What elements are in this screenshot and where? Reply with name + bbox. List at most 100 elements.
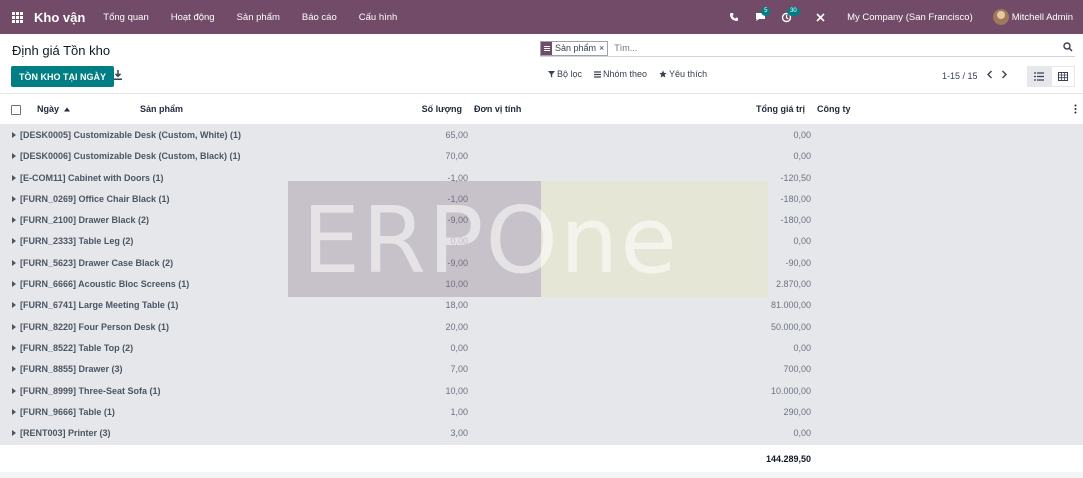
group-name: [FURN_8220] Four Person Desk (1) [20,321,170,332]
phone-icon[interactable] [721,0,747,34]
caret-right-icon[interactable] [12,323,16,330]
download-icon[interactable] [112,69,126,83]
table-row[interactable]: [FURN_9666] Table (1) 1,00 290,00 [0,401,1083,424]
search-icon[interactable] [1063,42,1075,54]
search-options: Bộ lọc Nhóm theo Yêu thích [548,69,707,79]
menu-operations[interactable]: Hoạt động [171,12,215,23]
column-company[interactable]: Công ty [817,104,851,114]
company-switcher[interactable]: My Company (San Francisco) [847,12,973,23]
sort-ascending-icon [63,107,70,112]
table-body: [DESK0005] Customizable Desk (Custom, Wh… [0,125,1083,445]
top-navbar: Kho vận Tổng quan Hoạt động Sản phẩm Báo… [0,0,1083,34]
group-total-value: -180,00 [780,215,811,226]
caret-right-icon[interactable] [12,174,16,181]
group-name: [RENT003] Printer (3) [20,428,111,439]
column-product[interactable]: Sản phẩm [140,104,183,114]
table-footer: 144.289,50 [0,444,1083,473]
group-total-value: -180,00 [780,193,811,204]
group-by-dropdown[interactable]: Nhóm theo [594,69,647,79]
group-name: [FURN_0269] Office Chair Black (1) [20,193,170,204]
menu-configuration[interactable]: Cấu hình [359,12,398,23]
star-icon [659,70,667,78]
menu-reporting[interactable]: Báo cáo [302,12,337,23]
table-row[interactable]: [DESK0005] Customizable Desk (Custom, Wh… [0,125,1083,147]
user-menu[interactable]: Mitchell Admin [1012,12,1073,23]
group-name: [DESK0006] Customizable Desk (Custom, Bl… [20,151,241,162]
group-quantity: 18,00 [445,300,468,311]
close-icon[interactable] [807,0,833,34]
optional-columns-icon[interactable] [1074,104,1077,116]
table-row[interactable]: [FURN_2100] Drawer Black (2) -9,00 -180,00 [0,210,1083,232]
table-row[interactable]: [FURN_0269] Office Chair Black (1) -1,00 -… [0,188,1083,211]
column-date[interactable]: Ngày [37,104,70,114]
group-total-value: 700,00 [783,364,811,375]
user-avatar[interactable] [992,9,1009,25]
caret-right-icon[interactable] [12,259,16,266]
table-row[interactable]: [FURN_2333] Table Leg (2) 0,00 0,00 [0,231,1083,253]
activity-icon[interactable]: 30 [773,0,800,34]
table-row[interactable]: [FURN_8522] Table Top (2) 0,00 0,00 [0,337,1083,360]
apps-menu-icon[interactable] [0,0,34,34]
caret-right-icon[interactable] [12,302,16,309]
messages-count-badge: 5 [761,7,771,16]
table-row[interactable]: [FURN_5623] Drawer Case Black (2) -9,00 -9… [0,252,1083,275]
group-quantity: 3,00 [450,428,468,439]
caret-right-icon[interactable] [12,344,16,351]
table-row[interactable]: [FURN_6741] Large Meeting Table (1) 18,00… [0,295,1083,317]
pivot-view-button[interactable] [1051,66,1075,87]
funnel-icon [548,70,555,78]
filter-label: Bộ lọc [557,69,583,79]
filter-dropdown[interactable]: Bộ lọc [548,69,582,79]
group-name: [FURN_5623] Drawer Case Black (2) [20,257,174,268]
menu-overview[interactable]: Tổng quan [103,12,148,23]
facet-remove-icon[interactable]: × [599,43,607,53]
caret-right-icon[interactable] [12,238,16,245]
group-name: [DESK0005] Customizable Desk (Custom, Wh… [20,130,242,140]
favorites-dropdown[interactable]: Yêu thích [659,69,707,79]
search-bar: Sản phẩm × [540,40,1075,57]
caret-right-icon[interactable] [12,366,16,373]
table-row[interactable]: [FURN_6666] Acoustic Bloc Screens (1) 10,… [0,274,1083,296]
select-all-checkbox[interactable] [11,105,21,115]
chevron-left-icon[interactable] [986,70,993,81]
table-row[interactable]: [DESK0006] Customizable Desk (Custom, Bl… [0,146,1083,168]
search-facet-product[interactable]: Sản phẩm × [540,40,609,56]
group-name: [FURN_6741] Large Meeting Table (1) [20,300,179,311]
column-quantity[interactable]: Số lượng [422,104,462,114]
group-name: [FURN_8999] Three-Seat Sofa (1) [20,385,161,396]
caret-right-icon[interactable] [12,387,16,394]
table-row[interactable]: [E-COM11] Cabinet with Doors (1) -1,00 -12… [0,167,1083,189]
table-row[interactable]: [FURN_8855] Drawer (3) 7,00 700,00 [0,359,1083,381]
table-row[interactable]: [FURN_8220] Four Person Desk (1) 20,00 50.… [0,316,1083,338]
list-view-button[interactable] [1027,66,1051,87]
group-quantity: 0,00 [450,236,468,247]
caret-right-icon[interactable] [12,195,16,202]
group-quantity: 1,00 [450,406,468,417]
app-name[interactable]: Kho vận [34,10,85,25]
search-input[interactable] [614,43,1035,53]
group-name: [FURN_6666] Acoustic Bloc Screens (1) [20,279,190,290]
caret-right-icon[interactable] [12,430,16,437]
caret-right-icon[interactable] [12,408,16,415]
page-title: Định giá Tồn kho [12,43,111,58]
messages-icon[interactable]: 5 [747,0,773,34]
group-total-value: 10.000,00 [770,385,811,396]
caret-right-icon[interactable] [12,281,16,288]
caret-right-icon[interactable] [12,217,16,224]
table-header: Ngày Sản phẩm Số lượng Đơn vị tính Tổng … [0,94,1083,125]
group-name: [FURN_8522] Table Top (2) [20,342,134,353]
table-row[interactable]: [RENT003] Printer (3) 3,00 0,00 [0,423,1083,445]
caret-right-icon[interactable] [12,132,16,138]
pager-value[interactable]: 1-15 / 15 [942,71,978,81]
column-uom[interactable]: Đơn vị tính [474,104,521,114]
menu-products[interactable]: Sản phẩm [237,12,280,23]
table-row[interactable]: [FURN_8999] Three-Seat Sofa (1) 10,00 10.0… [0,380,1083,402]
caret-right-icon[interactable] [12,153,16,160]
group-total-value: -90,00 [785,257,811,268]
inventory-at-date-button[interactable]: TỒN KHO TẠI NGÀY [11,66,114,87]
group-total-value: 0,00 [793,130,811,140]
group-total-value: 81.000,00 [770,300,811,311]
column-total-value[interactable]: Tổng giá trị [756,104,805,114]
chevron-right-icon[interactable] [1001,70,1008,81]
group-total-value: 2.870,00 [775,279,811,290]
